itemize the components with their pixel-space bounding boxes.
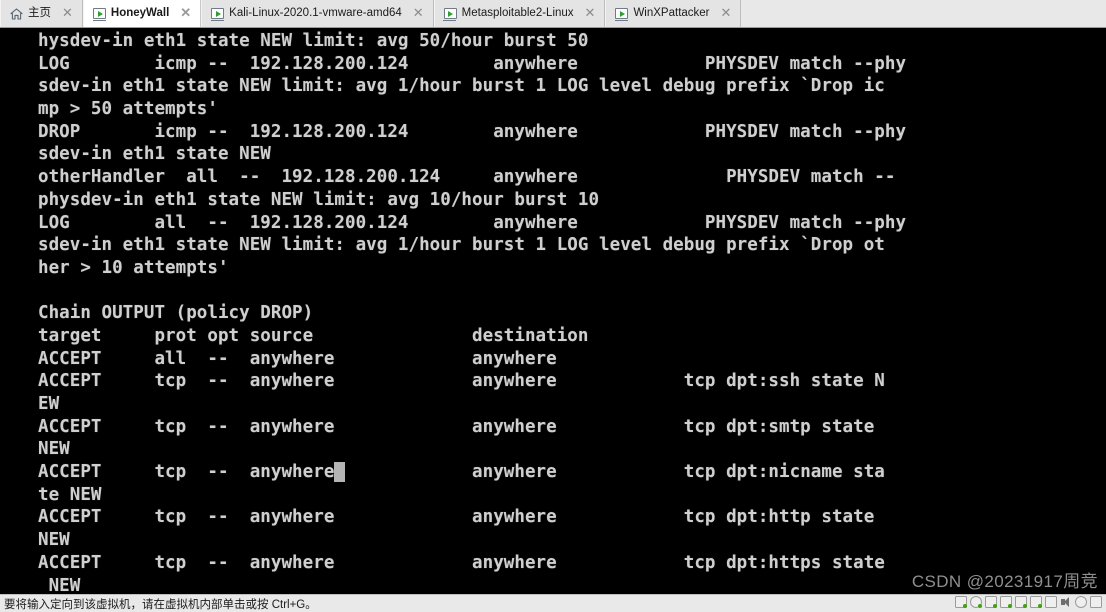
tab-close-icon[interactable]: ✕: [60, 6, 75, 21]
display-icon[interactable]: [1075, 596, 1087, 608]
tab-label: Kali-Linux-2020.1-vmware-amd64: [229, 6, 402, 19]
printer-icon[interactable]: [1045, 596, 1057, 608]
tab-4[interactable]: WinXPattacker ✕: [605, 0, 742, 27]
terminal-line: physdev-in eth1 state NEW limit: avg 10/…: [38, 189, 600, 210]
status-hint-text: 要将输入定向到该虚拟机，请在虚拟机内部单击或按 Ctrl+G。: [4, 598, 317, 611]
device-connected-indicator: [978, 604, 982, 608]
terminal-line: DROP icmp -- 192.128.200.124 anywhere PH…: [38, 121, 907, 142]
terminal-output: hysdev-in eth1 state NEW limit: avg 50/h…: [38, 30, 906, 594]
terminal-line-text: ACCEPT tcp -- anywhere: [38, 462, 335, 483]
vm-icon: [443, 8, 457, 21]
terminal-line: te NEW: [38, 484, 102, 505]
device-status-tray: [955, 596, 1102, 608]
terminal-line: LOG icmp -- 192.128.200.124 anywhere PHY…: [38, 53, 907, 74]
tab-1[interactable]: HoneyWall ✕: [82, 0, 202, 27]
tab-label: 主页: [28, 6, 51, 19]
terminal-line: target prot opt source destination: [38, 325, 589, 346]
terminal-line: EW: [38, 394, 60, 414]
terminal-line: NEW: [38, 439, 70, 460]
watermark-text: CSDN @20231917周竞: [911, 572, 1098, 591]
device-connected-indicator: [993, 604, 997, 608]
terminal-line-text: anywhere tcp dpt:nicname sta: [345, 462, 885, 483]
tab-label: WinXPattacker: [633, 6, 710, 19]
home-icon: [10, 7, 23, 20]
sound-icon[interactable]: [1060, 596, 1072, 608]
hard-disk-icon[interactable]: [955, 596, 967, 608]
text-cursor: [334, 462, 345, 483]
device-connected-indicator: [963, 604, 967, 608]
terminal-line: sdev-in eth1 state NEW: [38, 144, 271, 165]
device-connected-indicator: [1023, 604, 1027, 608]
network-adapter-icon[interactable]: [985, 596, 997, 608]
terminal-line: otherHandler all -- 192.128.200.124 anyw…: [38, 167, 896, 188]
terminal-line: sdev-in eth1 state NEW limit: avg 1/hour…: [38, 235, 885, 256]
tab-3[interactable]: Metasploitable2-Linux ✕: [433, 0, 606, 27]
terminal-line: ACCEPT tcp -- anywhere anywhere tcp dpt:…: [38, 416, 875, 437]
terminal-line: LOG all -- 192.128.200.124 anywhere PHYS…: [38, 212, 907, 233]
terminal-line: ACCEPT tcp -- anywhere anywhere tcp dpt:…: [38, 371, 885, 392]
tab-close-icon[interactable]: ✕: [583, 6, 598, 21]
tab-close-icon[interactable]: ✕: [178, 6, 193, 21]
tab-label: Metasploitable2-Linux: [461, 6, 574, 19]
vm-console-screen[interactable]: hysdev-in eth1 state NEW limit: avg 50/h…: [0, 28, 1106, 594]
terminal-line: Chain OUTPUT (policy DROP): [38, 303, 314, 324]
terminal-line: her > 10 attempts': [38, 257, 229, 278]
vmware-workstation-window: 主页 ✕ HoneyWall ✕ Kali-Linux-2020.1-vmware-am…: [0, 0, 1106, 612]
usb-icon[interactable]: [1030, 596, 1042, 608]
terminal-line: NEW: [38, 575, 81, 595]
shared-folders-icon[interactable]: [1090, 596, 1102, 608]
terminal-line: NEW: [38, 530, 70, 551]
network-adapter-3-icon[interactable]: [1015, 596, 1027, 608]
terminal-line: ACCEPT tcp -- anywhere anywhere tcp dpt:…: [38, 552, 885, 573]
tab-2[interactable]: Kali-Linux-2020.1-vmware-amd64 ✕: [201, 0, 434, 27]
tab-close-icon[interactable]: ✕: [411, 6, 426, 21]
device-connected-indicator: [1008, 604, 1012, 608]
tab-label: HoneyWall: [110, 6, 170, 19]
vm-icon: [210, 8, 225, 21]
terminal-line: ACCEPT tcp -- anywhere anywhere tcp dpt:…: [38, 507, 875, 528]
vm-icon: [92, 8, 106, 21]
terminal-line: ACCEPT all -- anywhere anywhere: [38, 348, 557, 369]
tab-close-icon[interactable]: ✕: [719, 6, 734, 21]
cd-dvd-icon[interactable]: [970, 596, 982, 608]
device-connected-indicator: [1038, 604, 1042, 608]
network-adapter-2-icon[interactable]: [1000, 596, 1012, 608]
tab-0[interactable]: 主页 ✕: [0, 0, 83, 27]
vm-icon: [615, 8, 629, 21]
terminal-line: sdev-in eth1 state NEW limit: avg 1/hour…: [38, 76, 885, 97]
tab-bar: 主页 ✕ HoneyWall ✕ Kali-Linux-2020.1-vmware-am…: [0, 0, 1106, 28]
status-bar: 要将输入定向到该虚拟机，请在虚拟机内部单击或按 Ctrl+G。: [0, 594, 1106, 612]
terminal-line: hysdev-in eth1 state NEW limit: avg 50/h…: [38, 31, 589, 51]
terminal-line: mp > 50 attempts': [38, 99, 218, 120]
terminal-line: ACCEPT tcp -- anywhere anywhere tcp dpt:…: [38, 461, 906, 484]
